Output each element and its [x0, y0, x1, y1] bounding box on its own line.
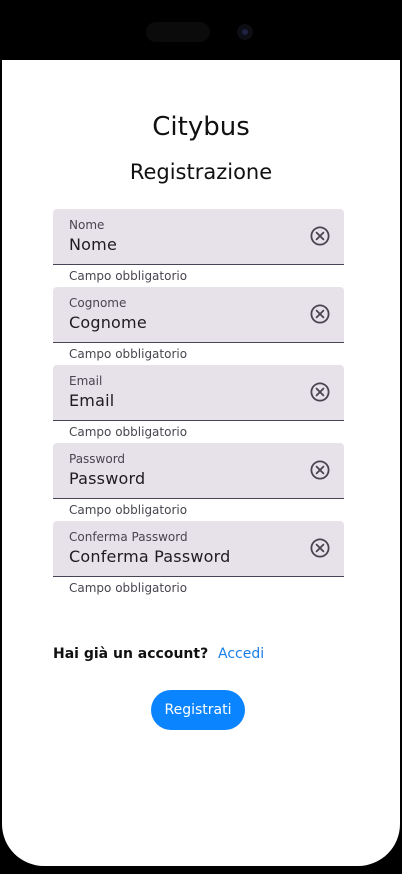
first-name-field[interactable]: Nome Nome: [53, 209, 344, 265]
clear-circle-icon[interactable]: [310, 538, 330, 558]
phone-frame: Citybus Registrazione Nome Nome Campo ob…: [0, 0, 402, 874]
confirm-password-helper: Campo obbligatorio: [69, 581, 188, 595]
password-label: Password: [69, 452, 126, 466]
password-input[interactable]: Password: [69, 469, 145, 488]
confirm-password-label: Conferma Password: [69, 530, 188, 544]
password-helper: Campo obbligatorio: [69, 503, 188, 517]
app-title: Citybus: [152, 112, 250, 142]
clear-circle-icon[interactable]: [310, 460, 330, 480]
first-name-label: Nome: [69, 218, 105, 232]
register-button[interactable]: Registrati: [151, 690, 245, 730]
app-screen: Citybus Registrazione Nome Nome Campo ob…: [2, 60, 400, 866]
email-label: Email: [69, 374, 103, 388]
last-name-field[interactable]: Cognome Cognome: [53, 287, 344, 343]
last-name-input[interactable]: Cognome: [69, 313, 147, 332]
confirm-password-field[interactable]: Conferma Password Conferma Password: [53, 521, 344, 577]
last-name-label: Cognome: [69, 296, 127, 310]
clear-circle-icon[interactable]: [310, 304, 330, 324]
first-name-input[interactable]: Nome: [69, 235, 117, 254]
email-helper: Campo obbligatorio: [69, 425, 188, 439]
confirm-password-input[interactable]: Conferma Password: [69, 547, 231, 566]
clear-circle-icon[interactable]: [310, 226, 330, 246]
status-bar: [0, 0, 402, 60]
clear-circle-icon[interactable]: [310, 382, 330, 402]
last-name-helper: Campo obbligatorio: [69, 347, 188, 361]
login-link[interactable]: Accedi: [218, 646, 264, 662]
first-name-helper: Campo obbligatorio: [69, 269, 188, 283]
dynamic-island: [146, 22, 210, 42]
page-title: Registrazione: [129, 160, 273, 184]
password-field[interactable]: Password Password: [53, 443, 344, 499]
account-question: Hai già un account?: [53, 646, 209, 662]
email-input[interactable]: Email: [69, 391, 114, 410]
email-field[interactable]: Email Email: [53, 365, 344, 421]
front-camera-icon: [237, 24, 253, 40]
